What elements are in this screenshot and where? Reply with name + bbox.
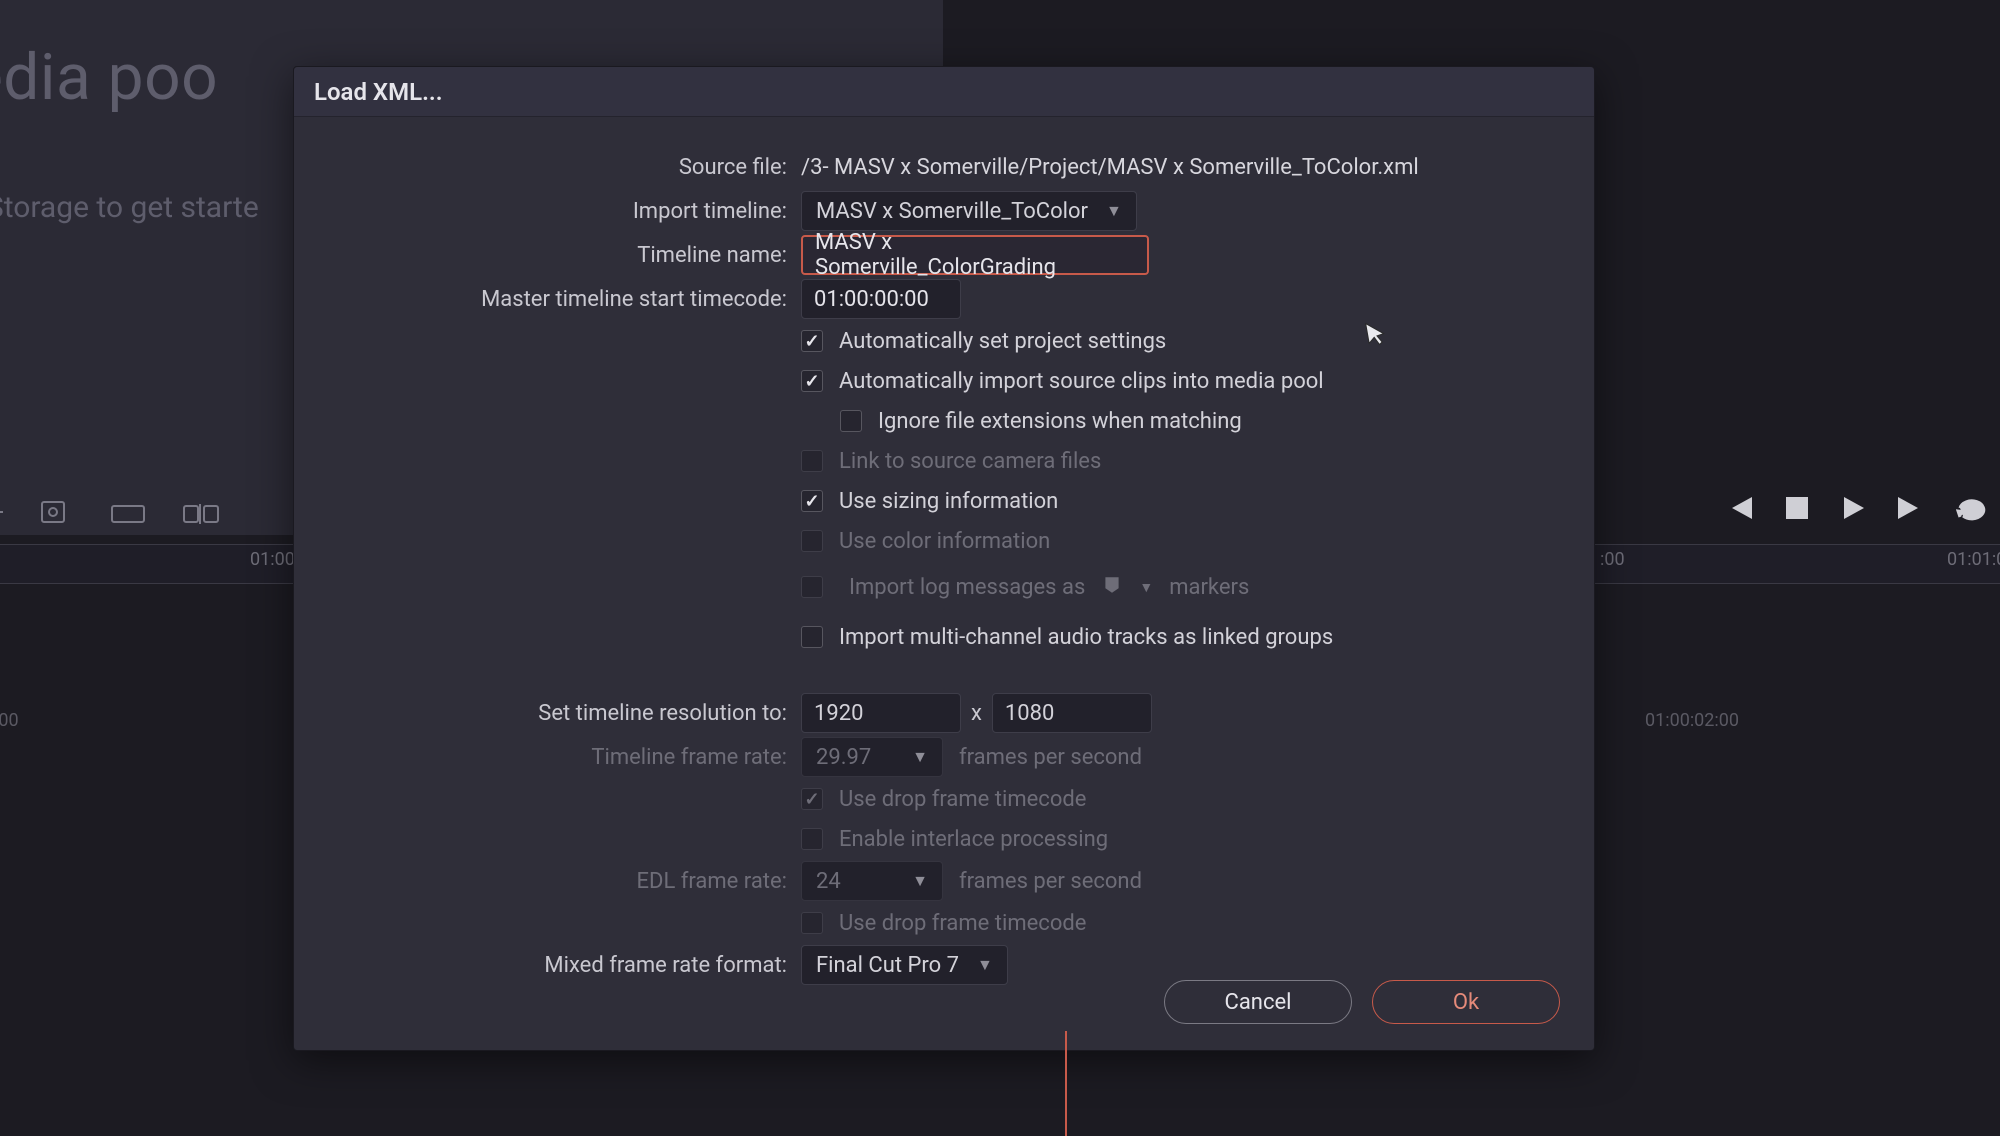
chevron-down-icon: ▼: [1133, 579, 1159, 596]
mixed-frame-rate-value: Final Cut Pro 7: [816, 953, 959, 978]
timeline-fps-value: 29.97: [816, 745, 871, 770]
marker-icon: [1095, 574, 1123, 600]
interlace-checkbox: [801, 828, 823, 850]
interlace-label: Enable interlace processing: [839, 827, 1108, 852]
chevron-down-icon: ▼: [912, 871, 928, 891]
drop-frame-tc2-checkbox: [801, 912, 823, 934]
drop-frame-tc-label: Use drop frame timecode: [839, 787, 1086, 812]
resolution-height-input[interactable]: 1080: [992, 693, 1152, 733]
bg-media-storage-text: edia Storage to get starte: [0, 190, 259, 225]
ignore-extensions-label: Ignore file extensions when matching: [878, 409, 1242, 434]
import-log-checkbox: [801, 576, 823, 598]
resolution-label: Set timeline resolution to:: [326, 701, 801, 726]
fps-unit-text: frames per second: [959, 745, 1142, 770]
use-color-checkbox: [801, 530, 823, 552]
chevron-down-icon: ▼: [977, 955, 993, 975]
stop-button[interactable]: [1784, 495, 1810, 525]
timeline-playhead[interactable]: [1065, 1031, 1067, 1136]
ruler-tick: :00: [1600, 549, 1625, 570]
bg-media-pool-heading: n media poo: [0, 40, 218, 115]
tool-replace-icon[interactable]: [108, 498, 148, 526]
resolution-width-input[interactable]: 1920: [801, 693, 961, 733]
transport-controls: [1724, 495, 1990, 525]
link-camera-files-checkbox: [801, 450, 823, 472]
link-camera-files-label: Link to source camera files: [839, 449, 1101, 474]
timeline-fps-select: 29.97 ▼: [801, 737, 943, 777]
ruler-tick: :00: [0, 710, 19, 731]
tool-overwrite-icon[interactable]: [36, 498, 76, 526]
loop-button[interactable]: [1956, 495, 1990, 525]
import-log-label-post: markers: [1169, 575, 1249, 600]
load-xml-dialog: Load XML... Source file: /3- MASV x Some…: [293, 66, 1595, 1051]
auto-project-settings-label: Automatically set project settings: [839, 329, 1166, 354]
timeline-fps-label: Timeline frame rate:: [326, 745, 801, 770]
next-clip-button[interactable]: [1896, 495, 1926, 525]
dialog-title: Load XML...: [294, 67, 1594, 117]
multi-channel-audio-checkbox[interactable]: [801, 626, 823, 648]
ok-button[interactable]: Ok: [1372, 980, 1560, 1024]
multi-channel-audio-label: Import multi-channel audio tracks as lin…: [839, 625, 1333, 650]
master-tc-label: Master timeline start timecode:: [326, 287, 801, 312]
drop-frame-tc-checkbox: [801, 788, 823, 810]
import-log-label-pre: Import log messages as: [849, 575, 1085, 600]
prev-clip-button[interactable]: [1724, 495, 1754, 525]
master-tc-input[interactable]: 01:00:00:00: [801, 279, 961, 319]
import-timeline-select[interactable]: MASV x Somerville_ToColor ▼: [801, 191, 1137, 231]
chevron-down-icon: ▼: [912, 747, 928, 767]
chevron-down-icon: ▼: [1106, 201, 1122, 221]
import-timeline-label: Import timeline:: [326, 199, 801, 224]
auto-import-clips-label: Automatically import source clips into m…: [839, 369, 1324, 394]
edl-fps-select: 24 ▼: [801, 861, 943, 901]
auto-import-clips-checkbox[interactable]: [801, 370, 823, 392]
import-timeline-value: MASV x Somerville_ToColor: [816, 199, 1088, 224]
tool-fit-icon[interactable]: [180, 498, 224, 526]
fps-unit-text: frames per second: [959, 869, 1142, 894]
timeline-name-label: Timeline name:: [326, 243, 801, 268]
play-button[interactable]: [1840, 495, 1866, 525]
edl-fps-label: EDL frame rate:: [326, 869, 801, 894]
resolution-x-separator: x: [961, 701, 992, 726]
source-file-label: Source file:: [326, 155, 801, 180]
use-color-label: Use color information: [839, 529, 1050, 554]
editor-tool-row: [0, 498, 224, 526]
drop-frame-tc2-label: Use drop frame timecode: [839, 911, 1086, 936]
use-sizing-label: Use sizing information: [839, 489, 1058, 514]
mixed-frame-rate-label: Mixed frame rate format:: [326, 953, 801, 978]
ruler-tick: 01:00: [250, 549, 295, 570]
source-file-path: /3- MASV x Somerville/Project/MASV x Som…: [801, 155, 1419, 180]
ruler-tick: 01:01:0: [1947, 549, 2000, 570]
auto-project-settings-checkbox[interactable]: [801, 330, 823, 352]
ignore-extensions-checkbox[interactable]: [840, 410, 862, 432]
tool-insert-icon[interactable]: [0, 498, 4, 526]
edl-fps-value: 24: [816, 869, 841, 894]
ruler-tick: 01:00:02:00: [1645, 710, 1739, 731]
use-sizing-checkbox[interactable]: [801, 490, 823, 512]
cancel-button[interactable]: Cancel: [1164, 980, 1352, 1024]
timeline-name-input[interactable]: MASV x Somerville_ColorGrading: [801, 235, 1149, 275]
mixed-frame-rate-select[interactable]: Final Cut Pro 7 ▼: [801, 945, 1008, 985]
